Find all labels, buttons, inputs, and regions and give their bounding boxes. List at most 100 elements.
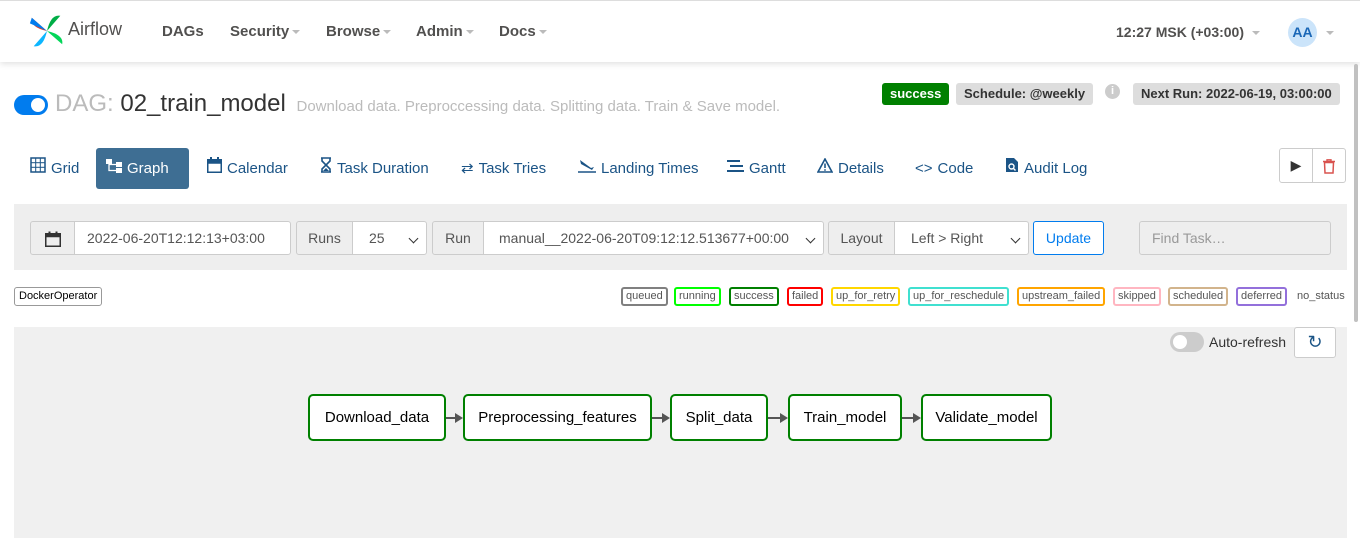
tab-landing-times-label: Landing Times [601,160,699,177]
edge-arrow-icon [913,413,921,423]
audit-log-icon [1005,148,1019,189]
auto-refresh-toggle[interactable] [1170,332,1204,352]
retry-icon: ⇄ [461,160,474,177]
page-scrollbar[interactable] [1354,64,1358,322]
dag-prefix: DAG: [55,90,114,117]
tab-gantt[interactable]: Gantt [716,148,796,189]
navbar: Airflow DAGs Security Browse Admin Docs … [0,0,1360,62]
chevron-down-icon [805,233,816,244]
clock-label: 12:27 MSK (+03:00) [1116,24,1245,40]
code-icon: <> [915,160,933,177]
tab-task-duration[interactable]: Task Duration [310,148,439,189]
tab-calendar[interactable]: Calendar [197,148,298,189]
legend-running[interactable]: running [674,287,721,306]
runs-select-value: 25 [369,230,385,246]
legend-failed[interactable]: failed [787,287,824,306]
legend-success[interactable]: success [729,287,779,306]
schedule-badge: Schedule: @weekly [956,83,1094,105]
refresh-button[interactable]: ↻ [1294,327,1336,358]
tab-code-label: Code [937,160,974,177]
tab-gantt-label: Gantt [749,160,786,177]
legend-no-status[interactable]: no_status [1297,290,1345,302]
airflow-brand[interactable]: Airflow [28,12,122,50]
legend-skipped[interactable]: skipped [1113,287,1161,306]
hourglass-icon [320,148,332,189]
timezone-clock[interactable]: 12:27 MSK (+03:00) [1116,24,1261,40]
nav-docs[interactable]: Docs [499,23,547,40]
chevron-down-icon [1010,233,1021,244]
legend-upstream-failed[interactable]: upstream_failed [1017,287,1106,306]
calendar-icon [207,148,222,189]
nav-docs-label: Docs [499,23,536,40]
delete-dag-button[interactable] [1313,149,1345,182]
nav-admin[interactable]: Admin [416,23,474,40]
task-node-split-data[interactable]: Split_data [670,394,768,441]
runs-label: Runs [296,221,353,255]
tab-task-tries[interactable]: ⇄ Task Tries [451,148,556,189]
tab-details[interactable]: Details [807,148,894,189]
tab-code[interactable]: <> Code [905,148,983,189]
play-icon: ▶ [1290,157,1302,173]
nav-dags-label: DAGs [162,23,204,40]
tab-details-label: Details [838,160,884,177]
grid-icon [30,148,46,189]
warning-triangle-icon [816,148,834,189]
task-node-train-model[interactable]: Train_model [788,394,902,441]
nav-admin-label: Admin [416,23,463,40]
run-select[interactable]: manual__2022-06-20T09:12:12.513677+00:00 [483,221,824,255]
nav-dags[interactable]: DAGs [162,23,204,40]
legend-up-for-reschedule[interactable]: up_for_reschedule [908,287,1010,306]
tab-audit-log-label: Audit Log [1024,160,1088,177]
layout-label: Layout [828,221,895,255]
tab-task-tries-label: Task Tries [478,160,547,177]
page-title: DAG: 02_train_model Download data. Prepr… [55,90,780,118]
user-avatar[interactable]: AA [1288,18,1317,47]
trash-icon [1323,157,1335,174]
layout-select-value: Left > Right [911,230,983,246]
gantt-icon [726,148,744,189]
tab-grid-label: Grid [51,160,80,177]
runs-select[interactable]: 25 [352,221,427,255]
nav-browse[interactable]: Browse [326,23,392,40]
dag-id: 02_train_model [120,90,286,117]
find-task-input[interactable]: Find Task… [1139,221,1331,255]
task-node-preprocessing-features[interactable]: Preprocessing_features [463,394,652,441]
refresh-icon: ↻ [1307,332,1323,352]
legend-scheduled[interactable]: scheduled [1168,287,1229,306]
nav-security[interactable]: Security [230,23,301,40]
tab-audit-log[interactable]: Audit Log [995,148,1097,189]
auto-refresh-label: Auto-refresh [1209,334,1287,350]
tab-graph[interactable]: Graph [96,148,189,189]
next-run-badge: Next Run: 2022-06-19, 03:00:00 [1133,83,1340,105]
task-node-validate-model[interactable]: Validate_model [921,394,1052,441]
chevron-down-icon [408,233,419,244]
tab-graph-label: Graph [127,160,169,177]
operator-legend-docker: DockerOperator [14,287,103,306]
landing-icon [578,148,596,189]
calendar-picker-button[interactable] [30,221,75,255]
tab-calendar-label: Calendar [227,160,288,177]
airflow-logo-icon [29,15,63,47]
layout-select[interactable]: Left > Right [894,221,1029,255]
task-node-download-data[interactable]: Download_data [308,394,446,441]
trigger-dag-button[interactable]: ▶ [1280,149,1313,182]
run-select-value: manual__2022-06-20T09:12:12.513677+00:00 [499,230,789,246]
base-date-input[interactable]: 2022-06-20T12:12:13+03:00 [74,221,291,255]
legend-deferred[interactable]: deferred [1236,287,1287,306]
caret-down-icon [292,30,301,35]
brand-name: Airflow [68,19,123,39]
edge [446,417,455,419]
dag-pause-toggle[interactable] [14,95,48,115]
dag-status-badge: success [882,83,950,105]
caret-down-icon[interactable] [1326,31,1334,35]
tab-landing-times[interactable]: Landing Times [568,148,709,189]
edge-arrow-icon [455,413,463,423]
info-icon[interactable]: i [1105,84,1120,99]
dag-action-buttons: ▶ [1279,148,1346,183]
tab-task-duration-label: Task Duration [337,160,429,177]
update-button[interactable]: Update [1033,221,1104,255]
legend-up-for-retry[interactable]: up_for_retry [831,287,901,306]
legend-queued[interactable]: queued [621,287,668,306]
edge [902,417,913,419]
tab-grid[interactable]: Grid [20,148,89,189]
